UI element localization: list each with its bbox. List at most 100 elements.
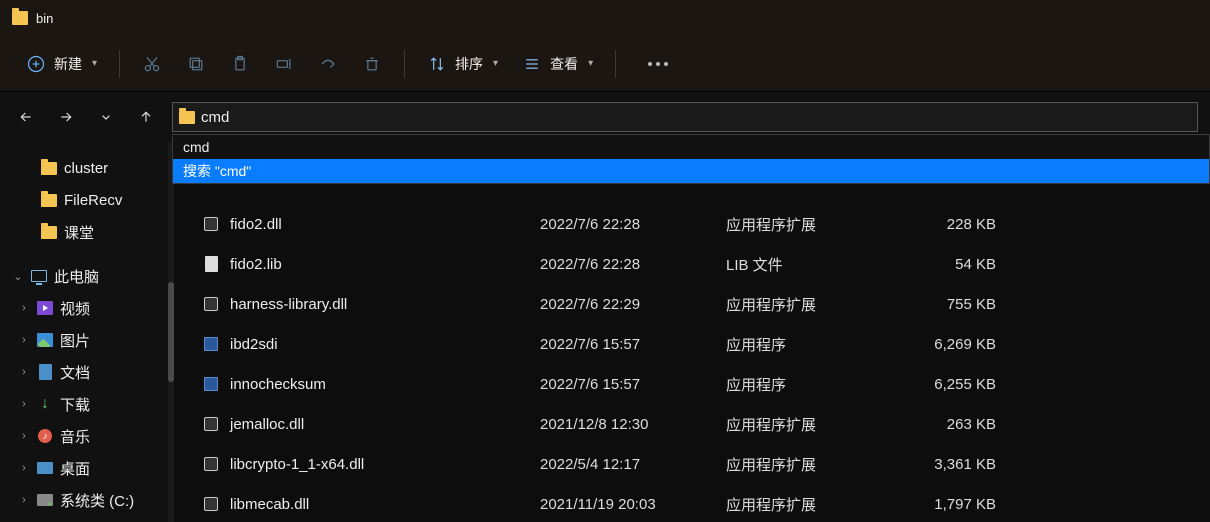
- file-size: 1,797 KB: [896, 496, 996, 513]
- desktop-icon: [37, 462, 53, 474]
- file-size: 228 KB: [896, 216, 996, 233]
- pc-icon: [31, 270, 47, 282]
- trash-icon: [362, 54, 382, 74]
- file-date: 2022/7/6 15:57: [540, 336, 716, 353]
- file-row[interactable]: jemalloc.dll2021/12/8 12:30应用程序扩展263 KB: [174, 404, 1210, 444]
- forward-button[interactable]: [52, 103, 80, 131]
- main-area: cluster FileRecv 课堂 ⌄此电脑 › 视频 › 图片 ›文档›↓下载›♪音乐›桌…: [0, 142, 1210, 522]
- file-row[interactable]: innochecksum2022/7/6 15:57应用程序6,255 KB: [174, 364, 1210, 404]
- file-date: 2022/7/6 15:57: [540, 376, 716, 393]
- sidebar-item-label: 视频: [60, 298, 90, 319]
- new-button[interactable]: 新建 ▾: [16, 46, 107, 82]
- chevron-down-icon: ⌄: [12, 270, 24, 283]
- dll-icon: [204, 217, 218, 231]
- sidebar-item[interactable]: › 图片: [0, 324, 168, 356]
- file-date: 2021/11/19 20:03: [540, 496, 716, 513]
- sidebar-item-label: 课堂: [64, 222, 94, 243]
- rename-icon: [274, 54, 294, 74]
- sort-button[interactable]: 排序 ▾: [417, 46, 508, 82]
- file-type: 应用程序扩展: [726, 214, 886, 235]
- chevron-right-icon: ›: [18, 302, 30, 314]
- sidebar-item[interactable]: FileRecv: [0, 184, 168, 216]
- paste-button[interactable]: [220, 46, 260, 82]
- share-button[interactable]: [308, 46, 348, 82]
- scrollbar[interactable]: [168, 142, 174, 522]
- download-icon: ↓: [41, 395, 49, 413]
- sidebar-item[interactable]: ›♪音乐: [0, 420, 168, 452]
- image-icon: [37, 333, 53, 347]
- chevron-right-icon: ›: [18, 366, 30, 378]
- file-row[interactable]: harness-library.dll2022/7/6 22:29应用程序扩展7…: [174, 284, 1210, 324]
- sidebar-item[interactable]: cluster: [0, 152, 168, 184]
- nav-row: cmd cmd搜索 "cmd": [0, 92, 1210, 142]
- file-row[interactable]: fido2.dll2022/7/6 22:28应用程序扩展228 KB: [174, 204, 1210, 244]
- chevron-down-icon: ▾: [588, 58, 593, 69]
- suggestion-item[interactable]: cmd: [173, 135, 1209, 159]
- chevron-right-icon: ›: [18, 430, 30, 442]
- view-button[interactable]: 查看 ▾: [512, 46, 603, 82]
- drive-icon: [37, 494, 53, 506]
- chevron-right-icon: ›: [18, 334, 30, 346]
- doc-icon: [39, 364, 52, 380]
- cut-button[interactable]: [132, 46, 172, 82]
- video-icon: [37, 301, 53, 315]
- file-date: 2022/7/6 22:28: [540, 216, 716, 233]
- suggestion-item[interactable]: 搜索 "cmd": [173, 159, 1209, 183]
- arrow-right-icon: [58, 109, 74, 125]
- file-type: 应用程序扩展: [726, 494, 886, 515]
- sidebar-item[interactable]: ›↓下载: [0, 388, 168, 420]
- sidebar-item[interactable]: ›系统类 (C:): [0, 484, 168, 516]
- address-dropdown: cmd搜索 "cmd": [172, 134, 1210, 184]
- rename-button[interactable]: [264, 46, 304, 82]
- up-button[interactable]: [132, 103, 160, 131]
- file-row[interactable]: libcrypto-1_1-x64.dll2022/5/4 12:17应用程序扩…: [174, 444, 1210, 484]
- back-button[interactable]: [12, 103, 40, 131]
- sidebar-item-thispc[interactable]: ⌄此电脑: [0, 260, 168, 292]
- title-bar: bin: [0, 0, 1210, 36]
- more-button[interactable]: [628, 46, 688, 82]
- dll-icon: [204, 497, 218, 511]
- sidebar-item-label: 音乐: [60, 426, 90, 447]
- file-type: 应用程序扩展: [726, 294, 886, 315]
- folder-icon: [41, 162, 57, 175]
- new-label: 新建: [54, 54, 82, 74]
- delete-button[interactable]: [352, 46, 392, 82]
- file-size: 54 KB: [896, 256, 996, 273]
- sidebar-item[interactable]: 课堂: [0, 216, 168, 248]
- file-name: libmecab.dll: [230, 496, 530, 513]
- address-bar[interactable]: cmd: [172, 102, 1198, 132]
- chevron-down-icon: [98, 109, 114, 125]
- file-row[interactable]: ibd2sdi2022/7/6 15:57应用程序6,269 KB: [174, 324, 1210, 364]
- copy-button[interactable]: [176, 46, 216, 82]
- chevron-right-icon: ›: [18, 494, 30, 506]
- address-text: cmd: [201, 109, 229, 126]
- file-name: libcrypto-1_1-x64.dll: [230, 456, 530, 473]
- file-type: 应用程序扩展: [726, 414, 886, 435]
- cut-icon: [142, 54, 162, 74]
- file-size: 6,255 KB: [896, 376, 996, 393]
- file-type: 应用程序: [726, 334, 886, 355]
- chevron-down-icon: ▾: [493, 58, 498, 69]
- chevron-right-icon: ›: [18, 462, 30, 474]
- file-size: 3,361 KB: [896, 456, 996, 473]
- sidebar-item[interactable]: ›桌面: [0, 452, 168, 484]
- folder-icon: [41, 226, 57, 239]
- dll-icon: [204, 457, 218, 471]
- window-title: bin: [36, 11, 53, 26]
- file-name: fido2.lib: [230, 256, 530, 273]
- recent-button[interactable]: [92, 103, 120, 131]
- separator: [404, 50, 405, 78]
- sidebar-item[interactable]: › 视频: [0, 292, 168, 324]
- toolbar: 新建 ▾ 排序 ▾ 查看 ▾: [0, 36, 1210, 92]
- file-list: fido2.dll2022/7/6 22:28应用程序扩展228 KBfido2…: [174, 142, 1210, 522]
- folder-icon: [179, 111, 195, 124]
- sidebar-item[interactable]: ›文档: [0, 356, 168, 388]
- file-size: 755 KB: [896, 296, 996, 313]
- sidebar-item-label: 图片: [60, 330, 90, 351]
- file-row[interactable]: fido2.lib2022/7/6 22:28LIB 文件54 KB: [174, 244, 1210, 284]
- dll-icon: [204, 297, 218, 311]
- sort-label: 排序: [455, 54, 483, 74]
- file-row[interactable]: libmecab.dll 2021/11/19 20:03 应用程序扩展 1,797 …: [174, 484, 1210, 522]
- exe-icon: [204, 377, 218, 391]
- sidebar-item-label: cluster: [64, 160, 108, 177]
